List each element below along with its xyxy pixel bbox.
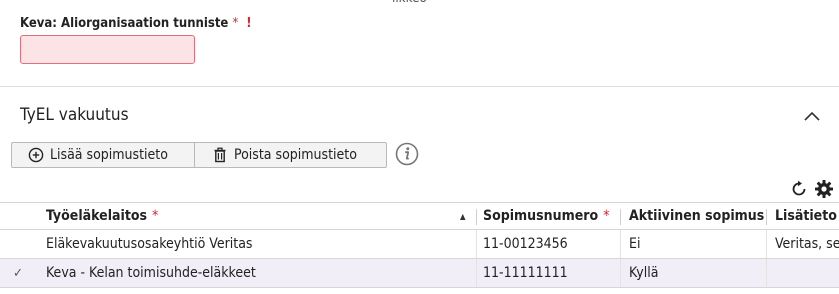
button-group: Lisää sopimustieto Poista sopimustieto — [11, 142, 387, 168]
column-label: Työeläkelaitos — [46, 208, 147, 224]
table-row[interactable]: Eläkevakuutusosakeyhtiö Veritas 11-00123… — [0, 230, 839, 259]
column-header-aktiivinen[interactable]: Aktiivinen sopimus — [629, 203, 765, 229]
required-marker: * — [603, 208, 610, 224]
field-label: Keva: Aliorganisaation tunniste *! — [20, 16, 252, 31]
column-separator — [620, 259, 621, 287]
field-label-text: Keva: Aliorganisaation tunniste — [20, 16, 229, 31]
section-title: TyEL vakuutus — [20, 105, 129, 125]
error-marker: ! — [246, 16, 252, 31]
remove-contract-button[interactable]: Poista sopimustieto — [195, 142, 387, 168]
row-check: ✓ — [0, 259, 36, 287]
section-divider — [0, 86, 839, 87]
column-separator — [476, 259, 477, 287]
column-separator[interactable] — [766, 209, 767, 225]
cell-lisatieto: Veritas, se — [775, 236, 839, 252]
required-marker: * — [232, 16, 239, 31]
gear-icon[interactable] — [814, 179, 834, 199]
cell-lisatieto — [775, 259, 839, 287]
contract-table: Työeläkelaitos * ▲ Sopimusnumero * Aktiivi… — [0, 202, 839, 288]
column-separator — [766, 230, 767, 258]
column-label: Aktiivinen sopimus — [629, 208, 765, 224]
aliorganisaatio-input[interactable] — [20, 35, 195, 64]
trash-icon — [214, 147, 226, 163]
plus-circle-icon — [28, 147, 44, 163]
column-header-lisatieto[interactable]: Lisätieto — [775, 203, 839, 229]
truncated-text-above: ilkkeo — [392, 0, 427, 5]
cell-sopimusnumero: 11-00123456 — [483, 236, 568, 252]
cell-tyoelakelaitos: Keva - Kelan toimisuhde-eläkkeet — [46, 265, 256, 281]
check-icon: ✓ — [13, 265, 23, 281]
remove-contract-label: Poista sopimustieto — [234, 147, 357, 163]
add-contract-button[interactable]: Lisää sopimustieto — [11, 142, 195, 168]
table-row-selected[interactable]: ✓ Keva - Kelan toimisuhde-eläkkeet 11-11… — [0, 259, 839, 288]
cell-sopimusnumero: 11-11111111 — [483, 265, 568, 281]
column-header-tyoelakelaitos[interactable]: Työeläkelaitos * — [46, 203, 476, 229]
sort-ascending-icon[interactable]: ▲ — [460, 212, 466, 221]
column-separator — [476, 230, 477, 258]
chevron-up-icon[interactable] — [801, 107, 823, 125]
column-separator[interactable] — [476, 209, 477, 225]
add-contract-label: Lisää sopimustieto — [50, 147, 168, 163]
column-separator — [620, 230, 621, 258]
cell-tyoelakelaitos: Eläkevakuutusosakeyhtiö Veritas — [46, 236, 253, 252]
refresh-icon[interactable] — [790, 180, 808, 198]
required-marker: * — [152, 208, 159, 224]
row-check — [0, 230, 36, 258]
column-label: Sopimusnumero — [483, 208, 599, 224]
table-header: Työeläkelaitos * ▲ Sopimusnumero * Aktiivi… — [0, 202, 839, 230]
info-icon[interactable] — [395, 142, 419, 166]
cell-aktiivinen: Kyllä — [629, 265, 659, 281]
column-label: Lisätieto — [775, 208, 837, 224]
column-separator — [766, 259, 767, 287]
cell-aktiivinen: Ei — [629, 236, 641, 252]
column-header-sopimusnumero[interactable]: Sopimusnumero * — [483, 203, 619, 229]
column-separator[interactable] — [620, 209, 621, 225]
